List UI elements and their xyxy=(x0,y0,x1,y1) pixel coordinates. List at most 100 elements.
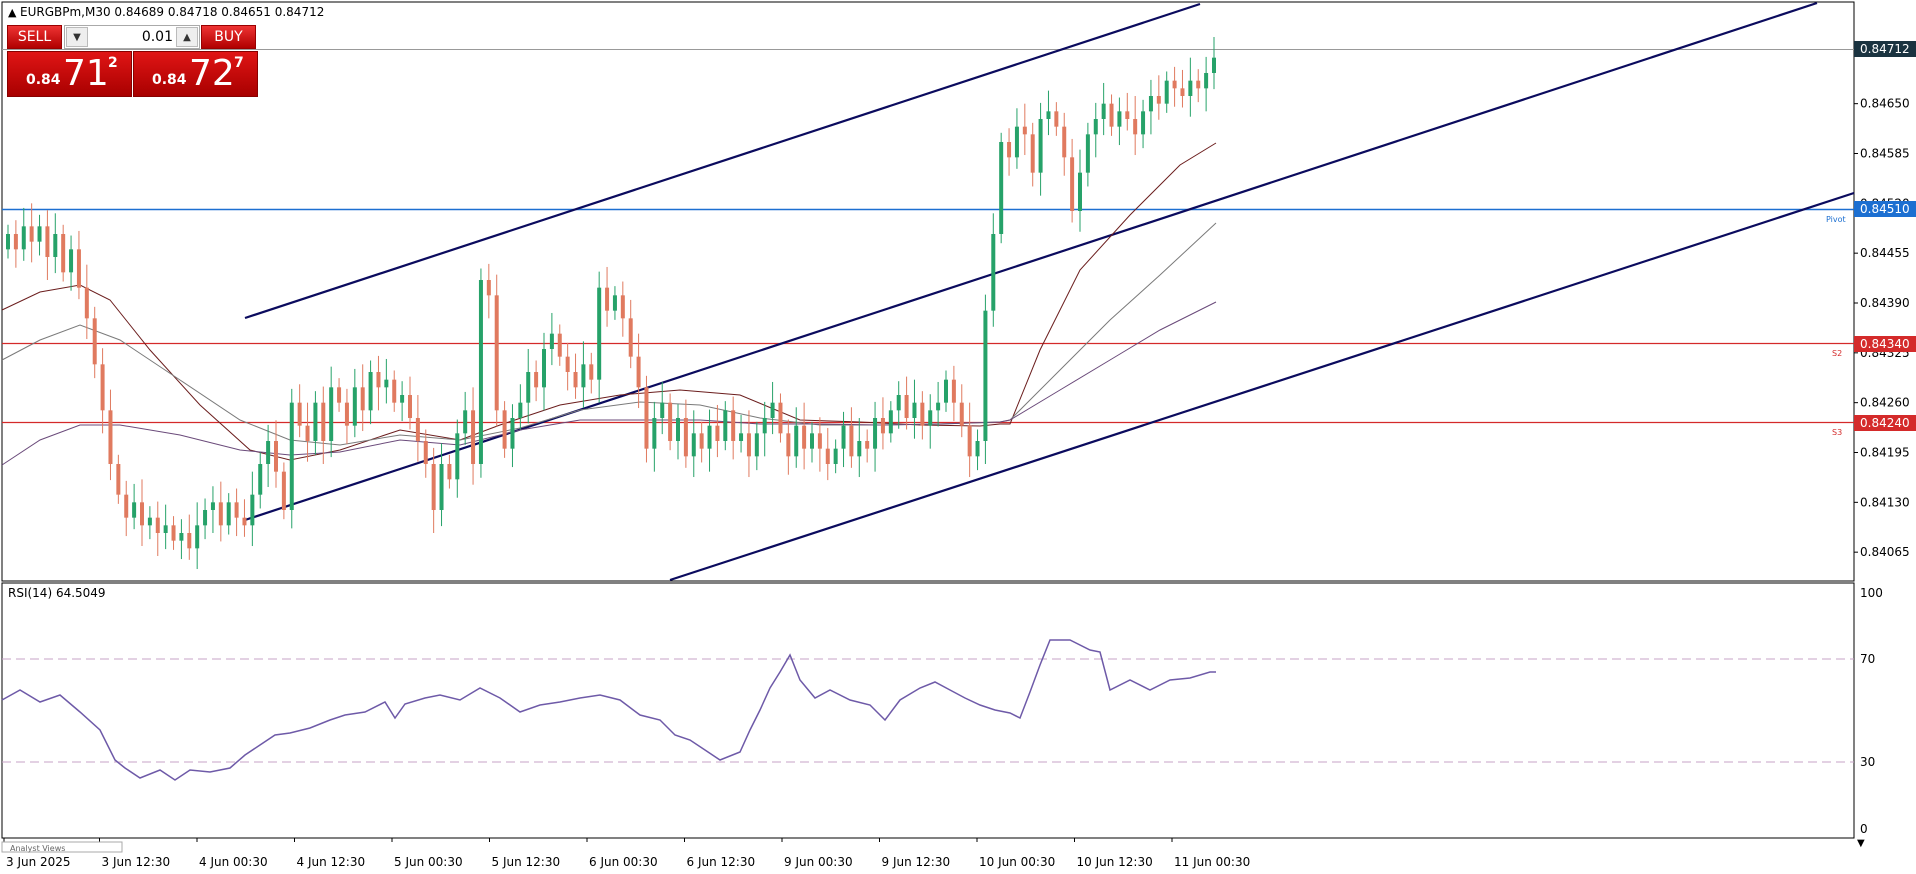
candle-body xyxy=(1133,119,1138,135)
candle-body xyxy=(1085,134,1090,173)
time-tick-label: 10 Jun 00:30 xyxy=(979,855,1055,869)
candle-body xyxy=(1054,111,1059,127)
candle-body xyxy=(439,464,444,510)
s3-label: S3 xyxy=(1832,428,1842,437)
candle-body xyxy=(762,418,767,434)
candle-body xyxy=(526,372,531,403)
s2-tag-label: 0.84340 xyxy=(1860,337,1910,351)
candle-body xyxy=(794,425,799,457)
candle-body xyxy=(305,425,310,441)
buy-button[interactable]: BUY xyxy=(201,25,256,49)
candle-body xyxy=(1156,96,1161,104)
candle-body xyxy=(1196,80,1201,89)
candle-body xyxy=(179,533,184,541)
candle-body xyxy=(770,402,775,418)
candle-body xyxy=(612,295,617,311)
candle-body xyxy=(163,525,168,533)
candle-body xyxy=(226,502,231,526)
sell-price-prefix: 0.84 xyxy=(26,72,61,88)
price-axis: 0.846500.845850.845200.844550.843900.843… xyxy=(1854,97,1910,559)
candle-body xyxy=(573,372,578,388)
candle-body xyxy=(565,356,570,372)
lot-decrease-icon[interactable]: ▼ xyxy=(66,27,88,47)
candle-body xyxy=(415,418,420,441)
candle-body xyxy=(825,448,830,464)
candle-body xyxy=(1204,73,1209,89)
candle-body xyxy=(1164,80,1169,104)
candle-body xyxy=(912,402,917,418)
candle-body xyxy=(518,402,523,418)
candle-body xyxy=(447,464,452,480)
lot-size-box: ▼ ▲ xyxy=(64,25,200,49)
price-tick-label: 0.84065 xyxy=(1860,545,1910,559)
s3-tag-label: 0.84240 xyxy=(1860,416,1910,430)
candle-body xyxy=(975,441,980,457)
candle-body xyxy=(833,448,838,464)
time-tick-label: 3 Jun 2025 xyxy=(6,855,71,869)
candle-body xyxy=(1007,142,1012,158)
pivot-tag-label: 0.84510 xyxy=(1860,202,1910,216)
candle-body xyxy=(250,494,255,526)
price-tick-label: 0.84195 xyxy=(1860,446,1910,460)
candle-body xyxy=(628,318,633,357)
candle-body xyxy=(723,410,728,441)
chart-header-icon: ▲ xyxy=(8,6,17,19)
candle-body xyxy=(644,387,649,449)
candle-body xyxy=(983,310,988,441)
lot-size-input[interactable] xyxy=(89,28,175,46)
candle-body xyxy=(1109,103,1114,127)
price-tick-label: 0.84650 xyxy=(1860,97,1910,111)
candle-body xyxy=(13,234,18,250)
candle-body xyxy=(1212,57,1216,73)
candle-body xyxy=(6,234,10,250)
time-tick-label: 9 Jun 12:30 xyxy=(882,855,951,869)
candle-body xyxy=(368,372,373,411)
sell-button[interactable]: SELL xyxy=(7,25,62,49)
buy-price-sup: 7 xyxy=(234,55,244,71)
time-tick-label: 11 Jun 00:30 xyxy=(1174,855,1250,869)
sell-price-sup: 2 xyxy=(108,55,118,71)
time-tick-label: 5 Jun 00:30 xyxy=(394,855,463,869)
candle-body xyxy=(352,387,357,426)
candle-body xyxy=(392,379,397,403)
candle-body xyxy=(274,441,278,472)
analyst-views-label: Analyst Views xyxy=(10,844,65,853)
price-tick-label: 0.84585 xyxy=(1860,147,1910,161)
candle-body xyxy=(810,433,814,449)
candle-body xyxy=(510,418,515,449)
buy-price-box[interactable]: 0.84 72 7 xyxy=(133,51,258,97)
lot-increase-icon[interactable]: ▲ xyxy=(176,27,198,47)
candle-body xyxy=(210,502,215,510)
candle-body xyxy=(337,387,342,403)
sell-price-box[interactable]: 0.84 71 2 xyxy=(7,51,132,97)
scroll-down-icon[interactable]: ▼ xyxy=(1857,838,1865,849)
candle-body xyxy=(849,425,854,457)
chart-area[interactable]: ▲ EURGBPm,M30 0.84689 0.84718 0.84651 0.… xyxy=(0,0,1916,874)
current-price-label: 0.84712 xyxy=(1860,42,1910,56)
candle-body xyxy=(218,502,223,526)
candle-body xyxy=(557,333,562,357)
candle-body xyxy=(155,517,160,533)
candle-body xyxy=(69,249,74,273)
candle-body xyxy=(234,502,239,518)
candle-body xyxy=(384,379,389,388)
candle-body xyxy=(171,525,176,541)
candle-body xyxy=(92,318,97,365)
candle-body xyxy=(124,494,129,518)
candle-body xyxy=(581,364,586,388)
candle-body xyxy=(502,410,507,449)
sell-price-big: 71 xyxy=(63,53,109,94)
price-tick-label: 0.84390 xyxy=(1860,296,1910,310)
candle-body xyxy=(589,364,594,380)
candle-body xyxy=(999,142,1004,234)
candle-body xyxy=(754,433,759,457)
candle-body xyxy=(920,402,925,426)
candle-body xyxy=(605,287,610,311)
candle-body xyxy=(896,395,901,411)
candle-body xyxy=(61,234,66,273)
candle-body xyxy=(802,425,807,449)
candle-body xyxy=(1062,126,1067,158)
candle-body xyxy=(873,418,878,449)
candle-body xyxy=(1093,119,1098,135)
buy-price-big: 72 xyxy=(189,53,235,94)
